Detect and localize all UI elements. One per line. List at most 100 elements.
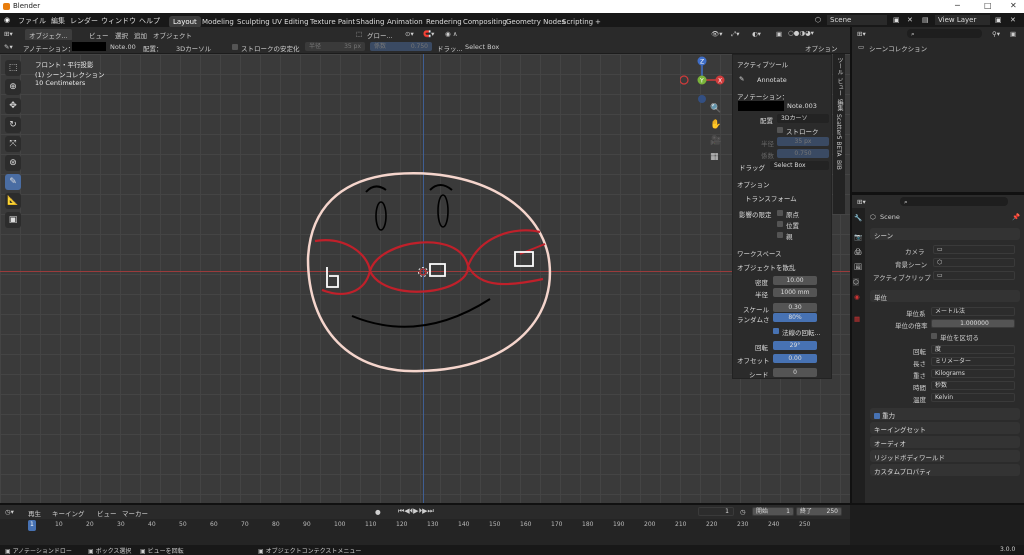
new-collection-icon[interactable]: ▣: [1010, 30, 1016, 38]
camera-view-icon[interactable]: 🎥: [710, 136, 721, 146]
keying-menu[interactable]: キーイング: [52, 508, 85, 518]
pan-hand-icon[interactable]: ✋: [710, 120, 721, 130]
gizmo-toggle-icon[interactable]: ⤢▾: [731, 30, 739, 39]
affect-parent-checkbox[interactable]: [777, 232, 783, 238]
affect-location-checkbox[interactable]: [777, 221, 783, 227]
placement-selector[interactable]: 3Dカーソ: [777, 114, 829, 123]
start-frame-field[interactable]: 開始 1: [752, 507, 794, 516]
maximize-button[interactable]: □: [984, 1, 992, 10]
stroke-checkbox[interactable]: [777, 127, 783, 133]
menu-view[interactable]: ビュー: [89, 30, 109, 40]
scene-collection-item[interactable]: シーンコレクション: [869, 43, 927, 53]
scale-field[interactable]: 0.30: [773, 303, 817, 312]
rigid-body-panel-header[interactable]: リジッドボディワールド: [870, 450, 1020, 462]
annotation-color-swatch[interactable]: [72, 42, 106, 51]
view-layer-selector[interactable]: View Layer: [935, 15, 990, 25]
pivot-icon[interactable]: ⊙▾: [405, 30, 414, 38]
background-scene-field[interactable]: ⬡: [933, 258, 1015, 267]
record-icon[interactable]: ●: [375, 508, 381, 516]
length-unit-select[interactable]: ミリメーター: [931, 357, 1015, 366]
annotate-tool-icon[interactable]: ✎: [5, 174, 21, 190]
editor-type-icon[interactable]: ⊞▾: [4, 30, 13, 38]
zoom-icon[interactable]: 🔍: [710, 104, 721, 114]
unit-system-select[interactable]: メートル法: [931, 307, 1015, 316]
workspace-section[interactable]: ワークスペース: [737, 248, 782, 258]
gravity-panel-header[interactable]: 重力: [870, 408, 1020, 420]
seed-field[interactable]: 0: [773, 368, 817, 377]
properties-search-input[interactable]: [900, 197, 1008, 206]
active-tool-header[interactable]: アクティブツール: [737, 59, 788, 69]
view-layer-tab-icon[interactable]: 🖼: [854, 263, 862, 271]
annotation-color-swatch[interactable]: [738, 101, 784, 111]
note-selector[interactable]: Note.003: [787, 102, 817, 110]
menu-render[interactable]: レンダー: [70, 16, 98, 26]
marker-menu[interactable]: マーカー: [122, 508, 148, 518]
factor-field[interactable]: 係数 0.750: [370, 42, 432, 51]
scatter-radius-field[interactable]: 1000 mm: [773, 288, 817, 297]
menu-add[interactable]: 追加: [134, 30, 147, 40]
stabilize-checkbox[interactable]: [232, 44, 238, 50]
overlay-toggle-icon[interactable]: ◐▾: [752, 30, 761, 38]
scale-tool-icon[interactable]: ⤧: [5, 136, 21, 152]
drag-selector[interactable]: Select Box: [770, 161, 829, 170]
shading-mode-icons[interactable]: ○●◑◕▾: [788, 29, 814, 37]
playback-controls-icon[interactable]: ⏮◀⏴▶⏵▶⏭: [398, 507, 434, 516]
menu-file[interactable]: ファイル: [18, 16, 46, 26]
transform-orientation-selector[interactable]: グロー...: [367, 30, 393, 40]
scatter-section[interactable]: オブジェクトを散乱: [737, 262, 796, 272]
scene-tab-icon[interactable]: ⬡: [853, 278, 859, 286]
end-frame-field[interactable]: 終了 250: [796, 507, 842, 516]
snap-icon[interactable]: 🧲▾: [423, 30, 434, 38]
normal-rotation-checkbox[interactable]: [773, 328, 779, 334]
random-field[interactable]: 80%: [773, 313, 817, 322]
transform-tool-icon[interactable]: ⊛: [5, 155, 21, 171]
grid-view-icon[interactable]: ▦: [710, 152, 719, 162]
new-view-layer-icon[interactable]: ▣: [995, 16, 1002, 24]
temperature-unit-select[interactable]: Kelvin: [931, 393, 1015, 402]
affect-origin-checkbox[interactable]: [777, 210, 783, 216]
pin-icon[interactable]: 📌: [1012, 213, 1020, 221]
measure-tool-icon[interactable]: 📐: [5, 193, 21, 209]
properties-editor-icon[interactable]: ⊞▾: [857, 198, 866, 206]
menu-object[interactable]: オブジェクト: [153, 30, 192, 40]
menu-edit[interactable]: 編集: [51, 16, 65, 26]
options-section[interactable]: オプション: [737, 179, 770, 189]
blender-menu-icon[interactable]: ◉: [4, 16, 10, 24]
timeline-editor-icon[interactable]: ◷▾: [5, 508, 14, 516]
render-tab-icon[interactable]: 📷: [854, 233, 862, 241]
offset-field[interactable]: 0.00: [773, 354, 817, 363]
tab-scatter[interactable]: Scatter5 BETA: [835, 114, 842, 157]
new-scene-icon[interactable]: ▣: [893, 16, 900, 24]
menu-window[interactable]: ウィンドウ: [101, 16, 136, 26]
proportional-edit-icon[interactable]: ◉ ∧: [445, 30, 458, 38]
radius-field[interactable]: 半径 35 px: [305, 42, 365, 51]
texture-tab-icon[interactable]: ▦: [854, 315, 860, 323]
options-dropdown[interactable]: オプション: [805, 43, 838, 53]
placement-selector[interactable]: 3Dカーソル: [176, 43, 211, 53]
gravity-checkbox[interactable]: [874, 413, 880, 419]
menu-select[interactable]: 選択: [115, 30, 128, 40]
cursor-tool-icon[interactable]: ⊕: [5, 79, 21, 95]
rotation-unit-select[interactable]: 度: [931, 345, 1015, 354]
menu-help[interactable]: ヘルプ: [139, 16, 160, 26]
outliner-editor-icon[interactable]: ⊞▾: [857, 30, 866, 38]
filter-icon[interactable]: ⚲▾: [992, 30, 1000, 38]
rotation-field[interactable]: 29°: [773, 341, 817, 350]
tab-blb[interactable]: BlB: [835, 160, 842, 170]
note-selector[interactable]: Note.00: [110, 43, 136, 51]
move-tool-icon[interactable]: ✥: [5, 98, 21, 114]
mass-unit-select[interactable]: Kilograms: [931, 369, 1015, 378]
rotate-tool-icon[interactable]: ↻: [5, 117, 21, 133]
density-field[interactable]: 10.00: [773, 276, 817, 285]
close-button[interactable]: ✕: [1010, 1, 1017, 10]
audio-panel-header[interactable]: オーディオ: [870, 436, 1020, 448]
drag-selector[interactable]: Select Box: [465, 43, 499, 51]
tool-tab-icon[interactable]: 🔧: [854, 214, 862, 222]
world-tab-icon[interactable]: ◉: [854, 293, 860, 301]
add-cube-tool-icon[interactable]: ▣: [5, 212, 21, 228]
visibility-icon[interactable]: 👁▾: [711, 30, 723, 38]
delete-scene-icon[interactable]: ✕: [907, 16, 913, 24]
tab-edit[interactable]: 編集: [835, 99, 844, 111]
view-menu[interactable]: ビュー: [97, 508, 117, 518]
tab-tool[interactable]: ツール: [835, 57, 844, 75]
